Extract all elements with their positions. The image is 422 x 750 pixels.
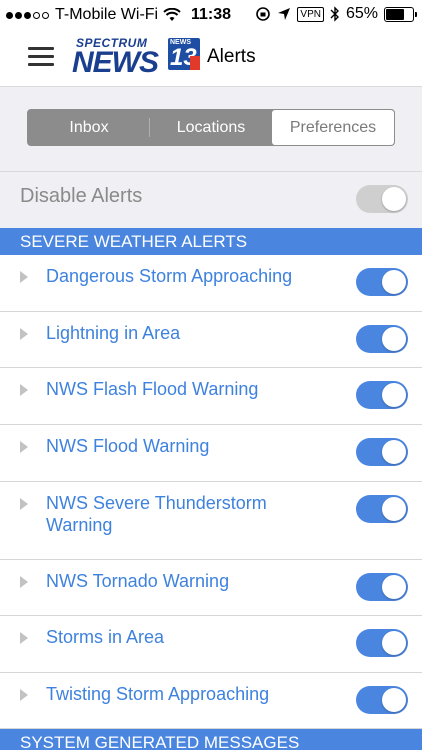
- alert-toggle-nws-flash-flood[interactable]: [356, 381, 408, 409]
- menu-icon[interactable]: [28, 46, 54, 68]
- battery-percent: 65%: [345, 5, 378, 22]
- vpn-badge: VPN: [297, 6, 324, 22]
- location-arrow-icon: [278, 8, 291, 20]
- alert-toggle-dangerous-storm[interactable]: [356, 268, 408, 296]
- alert-label: Twisting Storm Approaching: [46, 684, 270, 704]
- disable-alerts-label: Disable Alerts: [20, 185, 143, 207]
- alert-label: NWS Flood Warning: [46, 436, 210, 456]
- alert-row-lightning[interactable]: Lightning in Area: [0, 312, 422, 368]
- alert-row-twisting-storm[interactable]: Twisting Storm Approaching: [0, 673, 422, 729]
- wifi-icon: [163, 8, 181, 21]
- alert-toggle-twisting-storm[interactable]: [356, 686, 408, 714]
- alert-toggle-lightning[interactable]: [356, 325, 408, 353]
- alert-label: NWS Flash Flood Warning: [46, 379, 259, 399]
- bluetooth-icon: [330, 6, 339, 22]
- battery-icon: [384, 6, 417, 22]
- alert-label: NWS Severe Thunderstorm Warning: [46, 493, 267, 535]
- disclosure-arrow-icon: [20, 271, 28, 283]
- disable-alerts-row: Disable Alerts: [0, 172, 422, 227]
- tab-bar-area: Inbox Locations Preferences: [0, 87, 422, 172]
- tab-preferences[interactable]: Preferences: [272, 110, 394, 145]
- carrier-name: T-Mobile Wi-Fi: [55, 6, 159, 23]
- segmented-control: Inbox Locations Preferences: [27, 109, 395, 146]
- section-header-system-messages: SYSTEM GENERATED MESSAGES: [0, 729, 422, 750]
- signal-strength-icon: [6, 11, 49, 19]
- disclosure-arrow-icon: [20, 689, 28, 701]
- alert-row-storms-in-area[interactable]: Storms in Area: [0, 616, 422, 673]
- tab-locations[interactable]: Locations: [150, 110, 272, 145]
- disclosure-arrow-icon: [20, 632, 28, 644]
- alert-toggle-storms-in-area[interactable]: [356, 629, 408, 657]
- alert-toggle-nws-flood[interactable]: [356, 438, 408, 466]
- disclosure-arrow-icon: [20, 498, 28, 510]
- disclosure-arrow-icon: [20, 576, 28, 588]
- disclosure-arrow-icon: [20, 384, 28, 396]
- alert-label: Lightning in Area: [46, 323, 181, 343]
- nav-bar: SPECTRUM NEWS NEWS 13 Alerts: [0, 30, 422, 87]
- tab-inbox[interactable]: Inbox: [28, 110, 150, 145]
- alert-row-nws-flood[interactable]: NWS Flood Warning: [0, 425, 422, 482]
- clock: 11:38: [191, 6, 232, 23]
- disclosure-arrow-icon: [20, 441, 28, 453]
- section-header-severe-weather: SEVERE WEATHER ALERTS: [0, 228, 422, 255]
- alert-row-nws-flash-flood[interactable]: NWS Flash Flood Warning: [0, 368, 422, 425]
- alert-row-nws-tornado[interactable]: NWS Tornado Warning: [0, 560, 422, 616]
- alert-row-dangerous-storm[interactable]: Dangerous Storm Approaching: [0, 255, 422, 312]
- alert-toggle-nws-tornado[interactable]: [356, 573, 408, 601]
- alert-label: Dangerous Storm Approaching: [46, 266, 293, 286]
- rotation-lock-icon: [256, 7, 271, 21]
- disable-alerts-toggle[interactable]: [356, 185, 408, 213]
- page-title: Alerts: [207, 46, 256, 67]
- spectrum-news-13-logo: SPECTRUM NEWS NEWS 13: [72, 36, 202, 80]
- status-bar: T-Mobile Wi-Fi 11:38 VPN 65%: [0, 0, 422, 30]
- alert-label: Storms in Area: [46, 627, 165, 647]
- alert-toggle-nws-severe-thunderstorm[interactable]: [356, 495, 408, 523]
- alert-label: NWS Tornado Warning: [46, 571, 230, 591]
- disclosure-arrow-icon: [20, 328, 28, 340]
- alert-row-nws-severe-thunderstorm[interactable]: NWS Severe Thunderstorm Warning: [0, 482, 422, 560]
